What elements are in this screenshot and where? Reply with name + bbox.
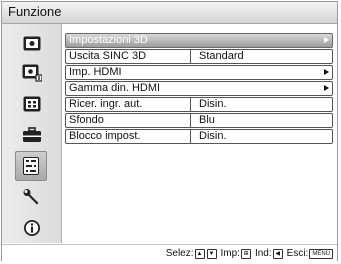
menu-row-label: Impostazioni 3D <box>69 34 148 46</box>
row-divider <box>190 114 191 127</box>
footer-hints: Selez: ▲ ▼ Imp: ⊞ Ind: ◀ Esci: MENU <box>2 244 337 261</box>
menu-row-background[interactable]: Sfondo Blu <box>65 113 333 128</box>
menu-key-icon: MENU <box>309 248 333 259</box>
screen-icon <box>23 96 41 112</box>
left-key-icon: ◀ <box>272 248 283 259</box>
menu-row-hdmi-settings[interactable]: Imp. HDMI <box>65 65 333 80</box>
sidebar-item-screen[interactable] <box>17 91 47 117</box>
function-menu: Impostazioni 3D Uscita SINC 3D Standard … <box>65 33 333 145</box>
menu-row-label: Uscita SINC 3D <box>69 50 147 62</box>
row-divider <box>190 98 191 111</box>
menu-row-value: Standard <box>199 50 244 62</box>
key-hints: Selez: ▲ ▼ Imp: ⊞ Ind: ◀ Esci: MENU <box>166 248 334 259</box>
submenu-arrow-icon <box>324 69 329 75</box>
hint-select-label: Selez: <box>165 248 194 259</box>
menu-row-hdmi-dynamic-range[interactable]: Gamma din. HDMI <box>65 81 333 96</box>
wrench-icon <box>23 189 39 205</box>
menu-row-label: Sfondo <box>69 114 104 126</box>
menu-row-label: Gamma din. HDMI <box>69 82 161 94</box>
menu-row-3d-sync-output[interactable]: Uscita SINC 3D Standard <box>65 49 333 64</box>
picture-icon <box>23 36 41 50</box>
sidebar-item-function[interactable] <box>15 151 47 181</box>
menu-row-label: Blocco impost. <box>69 130 141 142</box>
sidebar-item-installation[interactable] <box>17 184 47 210</box>
sidebar <box>2 24 62 243</box>
sidebar-item-picture[interactable] <box>17 30 47 56</box>
menu-row-label: Ricer. ingr. aut. <box>69 98 143 110</box>
hint-set-label: Imp: <box>220 248 240 259</box>
sidebar-item-setup[interactable] <box>17 122 47 148</box>
setup-toolbox-icon <box>23 127 41 142</box>
hint-back-label: Ind: <box>254 248 272 259</box>
submenu-arrow-icon <box>324 37 329 43</box>
page-title: Funzione <box>8 4 62 19</box>
menu-row-value: Blu <box>199 114 215 126</box>
function-icon <box>23 157 39 175</box>
menu-row-label: Imp. HDMI <box>69 66 122 78</box>
enter-key-icon: ⊞ <box>240 248 251 259</box>
submenu-arrow-icon <box>324 85 329 91</box>
sidebar-item-information[interactable] <box>17 215 47 241</box>
menu-row-3d-settings[interactable]: Impostazioni 3D <box>65 33 333 48</box>
menu-row-value: Disin. <box>199 98 227 110</box>
down-key-icon: ▼ <box>206 248 217 259</box>
menu-row-settings-lock[interactable]: Blocco impost. Disin. <box>65 129 333 144</box>
row-divider <box>190 130 191 143</box>
title-bar: Funzione <box>2 2 337 24</box>
menu-row-value: Disin. <box>199 130 227 142</box>
up-key-icon: ▲ <box>194 248 205 259</box>
sidebar-item-picture-settings[interactable] <box>17 60 47 86</box>
row-divider <box>190 50 191 63</box>
picture-settings-icon <box>22 64 42 82</box>
hint-exit-label: Esci: <box>286 248 309 259</box>
info-icon <box>24 220 40 236</box>
menu-screen: Funzione Impostazioni 3D Uscita SINC 3D … <box>1 1 338 261</box>
menu-row-auto-input-search[interactable]: Ricer. ingr. aut. Disin. <box>65 97 333 112</box>
